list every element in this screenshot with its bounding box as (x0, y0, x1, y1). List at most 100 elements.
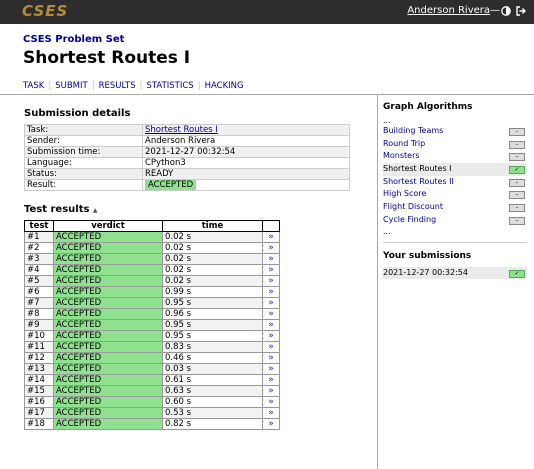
nav-task[interactable]: TASK (23, 81, 44, 91)
problem-link[interactable]: Shortest Routes II (383, 177, 454, 186)
test-number: #4 (24, 264, 54, 276)
sidebar-item[interactable]: Round Trip – (383, 138, 527, 151)
sidebar-item[interactable]: High Score – (383, 188, 527, 201)
problem-link[interactable]: High Score (383, 189, 426, 198)
table-row: #5 ACCEPTED 0.02 s» (24, 275, 280, 287)
test-number: #7 (24, 297, 54, 309)
nav-statistics[interactable]: STATISTICS (146, 81, 193, 91)
user-name-link[interactable]: Anderson Rivera (407, 5, 490, 16)
view-test-link-icon[interactable]: » (262, 231, 280, 243)
detail-row-time: Submission time: 2021-12-27 00:32:54 (24, 146, 350, 158)
submission-item[interactable]: 2021-12-27 00:32:54 ✓ (383, 266, 527, 280)
sidebar: Graph Algorithms ... Building Teams – Roun… (383, 102, 527, 280)
problem-link[interactable]: Round Trip (383, 139, 425, 148)
table-row: #6 ACCEPTED 0.99 s» (24, 286, 280, 298)
view-test-link-icon[interactable]: » (262, 308, 280, 320)
sidebar-item[interactable]: Shortest Routes I ✓ (383, 163, 527, 176)
sidebar-item[interactable]: Cycle Finding – (383, 214, 527, 227)
view-test-link-icon[interactable]: » (262, 297, 280, 309)
problem-link[interactable]: Monsters (383, 151, 420, 160)
test-number: #5 (24, 275, 54, 287)
view-test-link-icon[interactable]: » (262, 253, 280, 265)
table-row: #18 ACCEPTED 0.82 s» (24, 418, 280, 430)
view-test-link-icon[interactable]: » (262, 341, 280, 353)
table-row: #16 ACCEPTED 0.60 s» (24, 396, 280, 408)
submission-details-heading: Submission details (24, 108, 131, 119)
detail-key: Status: (24, 168, 143, 180)
sidebar-item[interactable]: Flight Discount – (383, 201, 527, 214)
sidebar-ellipsis-top[interactable]: ... (383, 116, 527, 125)
view-test-link-icon[interactable]: » (262, 374, 280, 386)
table-row: #11 ACCEPTED 0.83 s» (24, 341, 280, 353)
table-row: #13 ACCEPTED 0.03 s» (24, 363, 280, 375)
detail-key: Language: (24, 157, 143, 169)
verdict-cell: ACCEPTED (53, 264, 163, 276)
view-test-link-icon[interactable]: » (262, 363, 280, 375)
test-number: #9 (24, 319, 54, 331)
solved-check-icon: ✓ (509, 166, 525, 175)
test-number: #10 (24, 330, 54, 342)
detail-row-result: Result: ACCEPTED (24, 179, 350, 191)
view-test-link-icon[interactable]: » (262, 407, 280, 419)
detail-value: CPython3 (142, 157, 350, 169)
sidebar-ellipsis-bottom[interactable]: ... (383, 227, 527, 236)
verdict-cell: ACCEPTED (53, 341, 163, 353)
sidebar-item[interactable]: Monsters – (383, 150, 527, 163)
view-test-link-icon[interactable]: » (262, 330, 280, 342)
logout-icon[interactable] (516, 6, 526, 16)
sidebar-item[interactable]: Shortest Routes II – (383, 176, 527, 189)
view-test-link-icon[interactable]: » (262, 275, 280, 287)
view-test-link-icon[interactable]: » (262, 418, 280, 430)
verdict-cell: ACCEPTED (53, 418, 163, 430)
time-cell: 0.95 s (162, 297, 263, 309)
table-row: #1 ACCEPTED 0.02 s» (24, 231, 280, 243)
verdict-cell: ACCEPTED (53, 407, 163, 419)
view-test-link-icon[interactable]: » (262, 286, 280, 298)
test-number: #11 (24, 341, 54, 353)
problem-link[interactable]: Building Teams (383, 126, 443, 135)
column-header-test: test (24, 220, 54, 232)
table-row: #17 ACCEPTED 0.53 s» (24, 407, 280, 419)
view-test-link-icon[interactable]: » (262, 242, 280, 254)
detail-key: Result: (24, 179, 143, 191)
view-test-link-icon[interactable]: » (262, 319, 280, 331)
sidebar-item[interactable]: Building Teams – (383, 125, 527, 138)
verdict-cell: ACCEPTED (53, 352, 163, 364)
unsolved-dash-icon: – (509, 204, 525, 213)
nav-submit[interactable]: SUBMIT (55, 81, 87, 91)
detail-row-task: Task: Shortest Routes I (24, 124, 350, 136)
nav-results[interactable]: RESULTS (99, 81, 136, 91)
table-row: #4 ACCEPTED 0.02 s» (24, 264, 280, 276)
time-cell: 0.95 s (162, 319, 263, 331)
time-cell: 0.46 s (162, 352, 263, 364)
detail-value: 2021-12-27 00:32:54 (142, 146, 350, 158)
header-divider (0, 94, 534, 95)
task-link[interactable]: Shortest Routes I (145, 125, 218, 135)
breadcrumb[interactable]: CSES Problem Set (23, 34, 124, 45)
view-test-link-icon[interactable]: » (262, 264, 280, 276)
test-results-table: test verdict time #1 ACCEPTED 0.02 s» #2 ACC… (24, 220, 280, 430)
theme-toggle-icon[interactable] (501, 6, 511, 16)
problem-link[interactable]: Flight Discount (383, 202, 443, 211)
test-results-heading[interactable]: Test results ▲ (24, 204, 98, 215)
problem-link[interactable]: Cycle Finding (383, 215, 436, 224)
test-number: #13 (24, 363, 54, 375)
view-test-link-icon[interactable]: » (262, 352, 280, 364)
view-test-link-icon[interactable]: » (262, 385, 280, 397)
task-nav: TASK | SUBMIT | RESULTS | STATISTICS | HACKING (23, 81, 244, 91)
submissions-heading: Your submissions (383, 250, 472, 261)
time-cell: 0.02 s (162, 253, 263, 265)
time-cell: 0.96 s (162, 308, 263, 320)
verdict-cell: ACCEPTED (53, 275, 163, 287)
test-number: #6 (24, 286, 54, 298)
table-row: #2 ACCEPTED 0.02 s» (24, 242, 280, 254)
user-separator: — (490, 5, 500, 16)
test-number: #8 (24, 308, 54, 320)
view-test-link-icon[interactable]: » (262, 396, 280, 408)
page-title: Shortest Routes I (23, 48, 191, 68)
cses-logo[interactable]: CSES (22, 2, 68, 20)
verdict-cell: ACCEPTED (53, 396, 163, 408)
time-cell: 0.02 s (162, 231, 263, 243)
nav-hacking[interactable]: HACKING (205, 81, 244, 91)
solved-check-icon: ✓ (509, 269, 525, 278)
